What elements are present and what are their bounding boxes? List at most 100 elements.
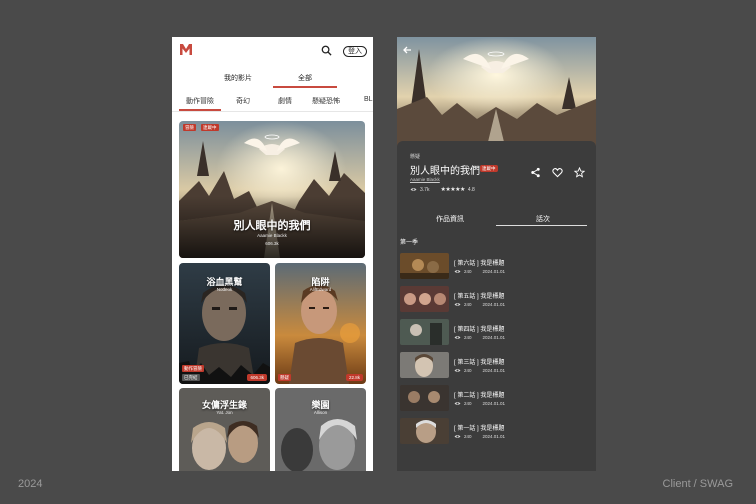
episode-thumbnail	[400, 385, 449, 411]
search-icon[interactable]	[321, 45, 332, 56]
footer-year: 2024	[18, 478, 43, 490]
detail-screen: 懸疑 別人眼中的我們 連載中 Aaamie Blackk 3.7k ★★★★★ …	[397, 37, 596, 471]
rating-value: 4.8	[467, 186, 475, 193]
eye-icon	[454, 336, 461, 339]
episode-meta: 240 2024.01.01	[454, 302, 505, 307]
eye-icon	[454, 402, 461, 405]
episode-title: [ 第六話 ] 我是標題	[454, 261, 505, 267]
story-card[interactable]: 女傭浮生錄 Yat. Jon	[179, 388, 270, 471]
episode-views: 240	[464, 434, 472, 439]
detail-tabs: 作品資訊 話次	[397, 211, 596, 227]
status-badge: 已完結	[182, 374, 200, 381]
episode-views: 240	[464, 302, 472, 307]
episode-meta: 240 2024.01.01	[454, 368, 505, 373]
episode-title: [ 第四話 ] 我是標題	[454, 327, 505, 333]
story-card[interactable]: 樂園 Allison	[275, 388, 366, 471]
login-button[interactable]: 登入	[343, 46, 367, 57]
episode-meta: 240 2024.01.01	[454, 335, 505, 340]
episode-views: 240	[464, 335, 472, 340]
card-author: Allison	[313, 410, 328, 415]
tab-episodes[interactable]: 話次	[536, 214, 550, 224]
featured-author: Aaamie Blackk	[257, 233, 287, 238]
card-author: Nodeok	[216, 287, 233, 292]
episode-views: 240	[464, 401, 472, 406]
genre-badge: 冒險	[183, 124, 196, 131]
story-card[interactable]: 陷阱 AlifEdward 懸疑 22.8k	[275, 263, 366, 384]
episode-title: [ 第二話 ] 我是標題	[454, 393, 505, 399]
episode-date: 2024.01.01	[482, 335, 506, 340]
story-title: 別人眼中的我們	[410, 166, 480, 177]
top-bar: 登入	[172, 37, 373, 65]
genre-tab-horror[interactable]: 懸疑恐怖	[312, 96, 340, 106]
episode-date: 2024.01.01	[482, 368, 506, 373]
back-arrow-icon[interactable]	[402, 45, 412, 55]
status-badge: 連載中	[480, 165, 498, 172]
genre-tabs: 動作冒險 奇幻 劇情 懸疑恐怖 BL	[172, 92, 373, 112]
genre-tab-bl[interactable]: BL	[364, 96, 373, 103]
episode-meta: 240 2024.01.01	[454, 401, 505, 406]
episode-thumbnail	[400, 286, 449, 312]
episode-views: 240	[464, 368, 472, 373]
season-heading: 第一季	[400, 240, 419, 246]
genre-badge: 動作冒險	[182, 365, 204, 372]
genre-badge: 懸疑	[278, 374, 291, 381]
episode-thumbnail	[400, 319, 449, 345]
episode-views: 240	[464, 269, 472, 274]
eye-icon	[410, 188, 417, 191]
episode-meta: 240 2024.01.01	[454, 434, 505, 439]
eye-icon	[454, 303, 461, 306]
episode-date: 2024.01.01	[482, 302, 506, 307]
views-pill: 22.8k	[345, 374, 363, 381]
rating-stars-icon: ★★★★★	[440, 187, 465, 193]
brand-logo-icon[interactable]	[179, 42, 193, 56]
episode-row[interactable]: [ 第五話 ] 我是標題 240 2024.01.01	[400, 286, 590, 312]
card-author: Yat. Jon	[216, 410, 233, 415]
tab-info[interactable]: 作品資訊	[436, 214, 464, 224]
episode-row[interactable]: [ 第四話 ] 我是標題 240 2024.01.01	[400, 319, 590, 345]
eye-icon	[454, 369, 461, 372]
eye-icon	[454, 435, 461, 438]
detail-panel: 懸疑 別人眼中的我們 連載中 Aaamie Blackk 3.7k ★★★★★ …	[397, 141, 596, 471]
hero-cover-image	[397, 37, 596, 146]
heart-icon[interactable]	[552, 167, 563, 178]
episode-date: 2024.01.01	[482, 434, 506, 439]
tab-my-videos[interactable]: 我的影片	[224, 73, 252, 83]
active-tab-indicator	[273, 86, 337, 88]
active-tab-indicator	[496, 225, 587, 226]
home-screen: 登入 我的影片 全部 動作冒險 奇幻 劇情 懸疑恐怖 BL 冒險 連載中 別人眼…	[172, 37, 373, 471]
views-count: 3.7k	[420, 186, 430, 193]
featured-views: 606.3k	[265, 241, 279, 246]
episode-title: [ 第一話 ] 我是標題	[454, 426, 505, 432]
episode-row[interactable]: [ 第二話 ] 我是標題 240 2024.01.01	[400, 385, 590, 411]
episode-row[interactable]: [ 第一話 ] 我是標題 240 2024.01.01	[400, 418, 590, 444]
tab-all[interactable]: 全部	[298, 73, 312, 83]
views-pill: 606.3k	[247, 374, 267, 381]
star-icon[interactable]	[574, 167, 585, 178]
episode-meta: 240 2024.01.01	[454, 269, 505, 274]
story-stats: 3.7k ★★★★★ 4.8	[410, 186, 475, 193]
episode-row[interactable]: [ 第三話 ] 我是標題 240 2024.01.01	[400, 352, 590, 378]
active-genre-indicator	[179, 109, 221, 111]
episode-title: [ 第五話 ] 我是標題	[454, 294, 505, 300]
main-tabs: 我的影片 全部	[172, 70, 373, 90]
episode-title: [ 第三話 ] 我是標題	[454, 360, 505, 366]
share-icon[interactable]	[530, 167, 541, 178]
featured-title: 別人眼中的我們	[233, 220, 311, 232]
status-badge: 連載中	[201, 124, 219, 131]
featured-card[interactable]: 冒險 連載中 別人眼中的我們 Aaamie Blackk 606.3k	[179, 121, 365, 258]
genre-label: 懸疑	[410, 154, 421, 160]
card-author: AlifEdward	[309, 287, 332, 292]
eye-icon	[454, 270, 461, 273]
episode-date: 2024.01.01	[482, 401, 506, 406]
story-card[interactable]: 浴血黑幫 Nodeok 動作冒險 已完結 606.3k	[179, 263, 270, 384]
author-link[interactable]: Aaamie Blackk	[410, 177, 440, 182]
genre-tab-action[interactable]: 動作冒險	[186, 96, 214, 106]
episode-date: 2024.01.01	[482, 269, 506, 274]
genre-tab-fantasy[interactable]: 奇幻	[236, 96, 250, 106]
footer-client: Client / SWAG	[662, 478, 734, 490]
episode-thumbnail	[400, 253, 449, 279]
episode-thumbnail	[400, 418, 449, 444]
episode-thumbnail	[400, 352, 449, 378]
genre-tab-drama[interactable]: 劇情	[278, 96, 292, 106]
episode-row[interactable]: [ 第六話 ] 我是標題 240 2024.01.01	[400, 253, 590, 279]
